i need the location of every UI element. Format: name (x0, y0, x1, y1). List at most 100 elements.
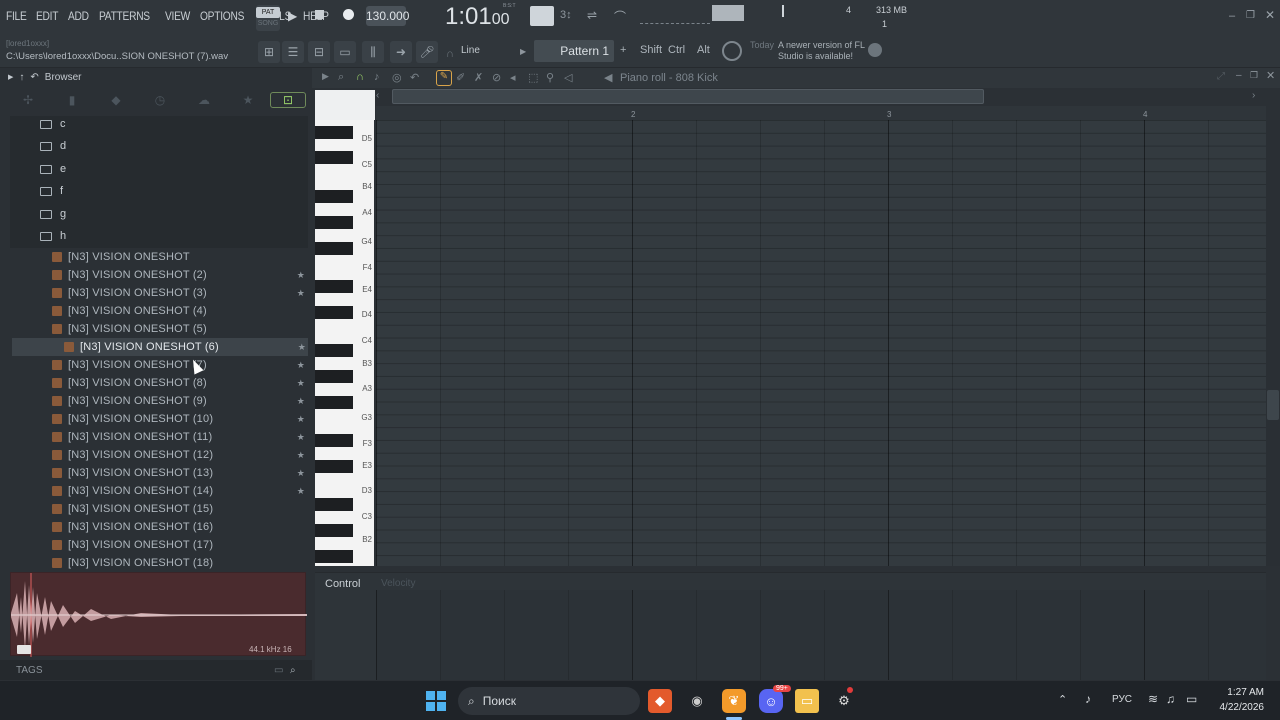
menu-options[interactable]: OPTIONS (200, 9, 244, 23)
menu-add[interactable]: ADD (68, 9, 89, 23)
select-tool-icon[interactable]: ⬚ (528, 71, 538, 84)
pr-close-icon[interactable]: ✕ (1266, 69, 1275, 82)
stop-icon[interactable] (315, 10, 324, 19)
countdown-icon[interactable]: 3↕ (560, 9, 572, 21)
mic-tray-icon[interactable]: ♪ (1085, 692, 1091, 706)
discord-icon[interactable]: ☺ (759, 689, 783, 713)
microphone-icon[interactable]: 🎤︎ (416, 41, 438, 63)
clock-time[interactable]: 1:27 AM (1216, 687, 1264, 698)
black-key[interactable] (315, 216, 353, 229)
online-icon[interactable] (868, 43, 882, 57)
folder-c[interactable]: c (40, 113, 66, 135)
menu-file[interactable]: FILE (6, 9, 27, 23)
speaker-icon[interactable]: ◀ (604, 71, 612, 84)
file-explorer-icon[interactable]: ▭ (795, 689, 819, 713)
list-item[interactable]: [N3] VISION ONESHOT (2) ★ (52, 266, 307, 284)
pattern-selector[interactable]: Pattern 1 (534, 40, 614, 62)
black-key[interactable] (315, 306, 353, 319)
folder-e[interactable]: e (40, 158, 66, 180)
black-key[interactable] (315, 242, 353, 255)
record-icon[interactable] (343, 9, 354, 20)
channel-rack-icon[interactable]: ☰ (282, 41, 304, 63)
list-item[interactable]: [N3] VISION ONESHOT (8) ★ (52, 374, 307, 392)
pr-minimize-icon[interactable]: – (1236, 70, 1242, 81)
arrow-icon[interactable]: ➜ (390, 41, 412, 63)
black-key[interactable] (315, 126, 353, 139)
projects-icon[interactable]: ▮ (50, 93, 94, 107)
clock-icon[interactable]: ◷ (138, 93, 182, 107)
waveform-preview[interactable]: 44.1 kHz 16 (10, 572, 307, 657)
magnet-active-icon[interactable]: ∩ (356, 71, 364, 83)
black-key[interactable] (315, 151, 353, 164)
close-icon[interactable]: ✕ (1265, 8, 1275, 22)
note-grid[interactable] (376, 120, 1266, 566)
list-item[interactable]: [N3] VISION ONESHOT (10) ★ (52, 410, 307, 428)
star-icon[interactable]: ★ (297, 270, 305, 281)
piano-keyboard[interactable]: D5 C5 B4 A4 G4 F4 E4 D4 C4 B3 A3 G3 F3 E… (315, 120, 374, 566)
list-item[interactable]: [N3] VISION ONESHOT (16) (52, 518, 307, 536)
language-indicator[interactable]: РУС (1112, 694, 1132, 705)
volume-icon[interactable]: ♫ (1166, 692, 1175, 706)
maximize-icon[interactable]: ❐ (1246, 10, 1255, 21)
tempo-display[interactable]: 130.000 (366, 6, 409, 26)
wifi-icon[interactable]: ≋ (1148, 692, 1158, 706)
loop-record-icon[interactable]: ⇌ (587, 8, 597, 22)
star-icon[interactable]: ★ (297, 486, 305, 497)
list-item[interactable]: [N3] VISION ONESHOT (15) (52, 500, 307, 518)
battery-icon[interactable]: ▭ (1186, 692, 1197, 706)
up-icon[interactable]: ↑ (19, 72, 24, 83)
obs-icon[interactable]: ◉ (685, 689, 709, 713)
scroll-right-icon[interactable]: › (1252, 90, 1255, 101)
magnet-snap-icon[interactable]: ⌕ (338, 71, 344, 84)
shift-key[interactable]: Shift (640, 44, 662, 56)
mixer-icon[interactable]: ▭ (334, 41, 356, 63)
star-icon[interactable]: ★ (297, 468, 305, 479)
folder-h[interactable]: h (40, 225, 66, 247)
star-icon[interactable]: ★ (297, 414, 305, 425)
list-item[interactable]: [N3] VISION ONESHOT (13) ★ (52, 464, 307, 482)
black-key[interactable] (315, 498, 353, 511)
ctrl-key[interactable]: Ctrl (668, 44, 685, 56)
add-pattern-icon[interactable]: + (620, 44, 626, 56)
black-key[interactable] (315, 370, 353, 383)
play-preview-icon[interactable] (17, 645, 31, 654)
control-label[interactable]: Control (325, 578, 360, 590)
folder-g[interactable]: g (40, 203, 66, 225)
brave-icon[interactable]: ◆ (648, 689, 672, 713)
draw-tool-icon[interactable]: ✎ (436, 70, 452, 86)
play-icon[interactable]: ▶ (288, 9, 297, 23)
black-key[interactable] (315, 460, 353, 473)
snap-select[interactable]: Line (461, 45, 480, 56)
play-note-icon[interactable]: ◎ (392, 71, 402, 84)
list-item[interactable]: [N3] VISION ONESHOT (11) ★ (52, 428, 307, 446)
playlist-icon[interactable]: ⊞ (258, 41, 280, 63)
vertical-scrollbar[interactable] (1266, 120, 1280, 566)
menu-edit[interactable]: EDIT (36, 9, 58, 23)
black-key[interactable] (315, 524, 353, 537)
metronome-icon[interactable]: ⌒ (614, 8, 626, 25)
slice-tool-icon[interactable]: ◂ (510, 71, 516, 84)
folder-small-icon[interactable]: ▭ (274, 665, 283, 676)
black-key[interactable] (315, 434, 353, 447)
list-item[interactable]: [N3] VISION ONESHOT (3) ★ (52, 284, 307, 302)
step-edit-icon[interactable] (530, 6, 554, 26)
star-icon[interactable]: ★ (297, 450, 305, 461)
windows-start-icon[interactable] (424, 689, 448, 713)
list-item[interactable]: [N3] VISION ONESHOT (18) (52, 554, 307, 572)
undo-icon[interactable]: ↶ (410, 71, 419, 84)
list-item[interactable]: [N3] VISION ONESHOT (4) (52, 302, 307, 320)
cloud-icon[interactable]: ☁ (182, 93, 226, 107)
mute-tool-icon[interactable]: ⊘ (492, 71, 501, 84)
plugin-icon[interactable]: ⫼ (362, 41, 384, 63)
black-key[interactable] (315, 190, 353, 203)
folder-d[interactable]: d (40, 135, 66, 157)
star-icon[interactable]: ★ (297, 396, 305, 407)
list-item-selected[interactable]: [N3] VISION ONESHOT (6) ★ (12, 338, 308, 356)
pat-song-toggle[interactable]: PAT SONG (256, 5, 280, 31)
magnet-icon[interactable]: ∩ (446, 48, 454, 60)
pr-maximize-icon[interactable]: ❐ (1250, 70, 1258, 81)
all-icon[interactable]: ✢ (6, 93, 50, 107)
list-item[interactable]: [N3] VISION ONESHOT (17) (52, 536, 307, 554)
star-icon[interactable]: ★ (297, 288, 305, 299)
list-item[interactable]: [N3] VISION ONESHOT (12) ★ (52, 446, 307, 464)
